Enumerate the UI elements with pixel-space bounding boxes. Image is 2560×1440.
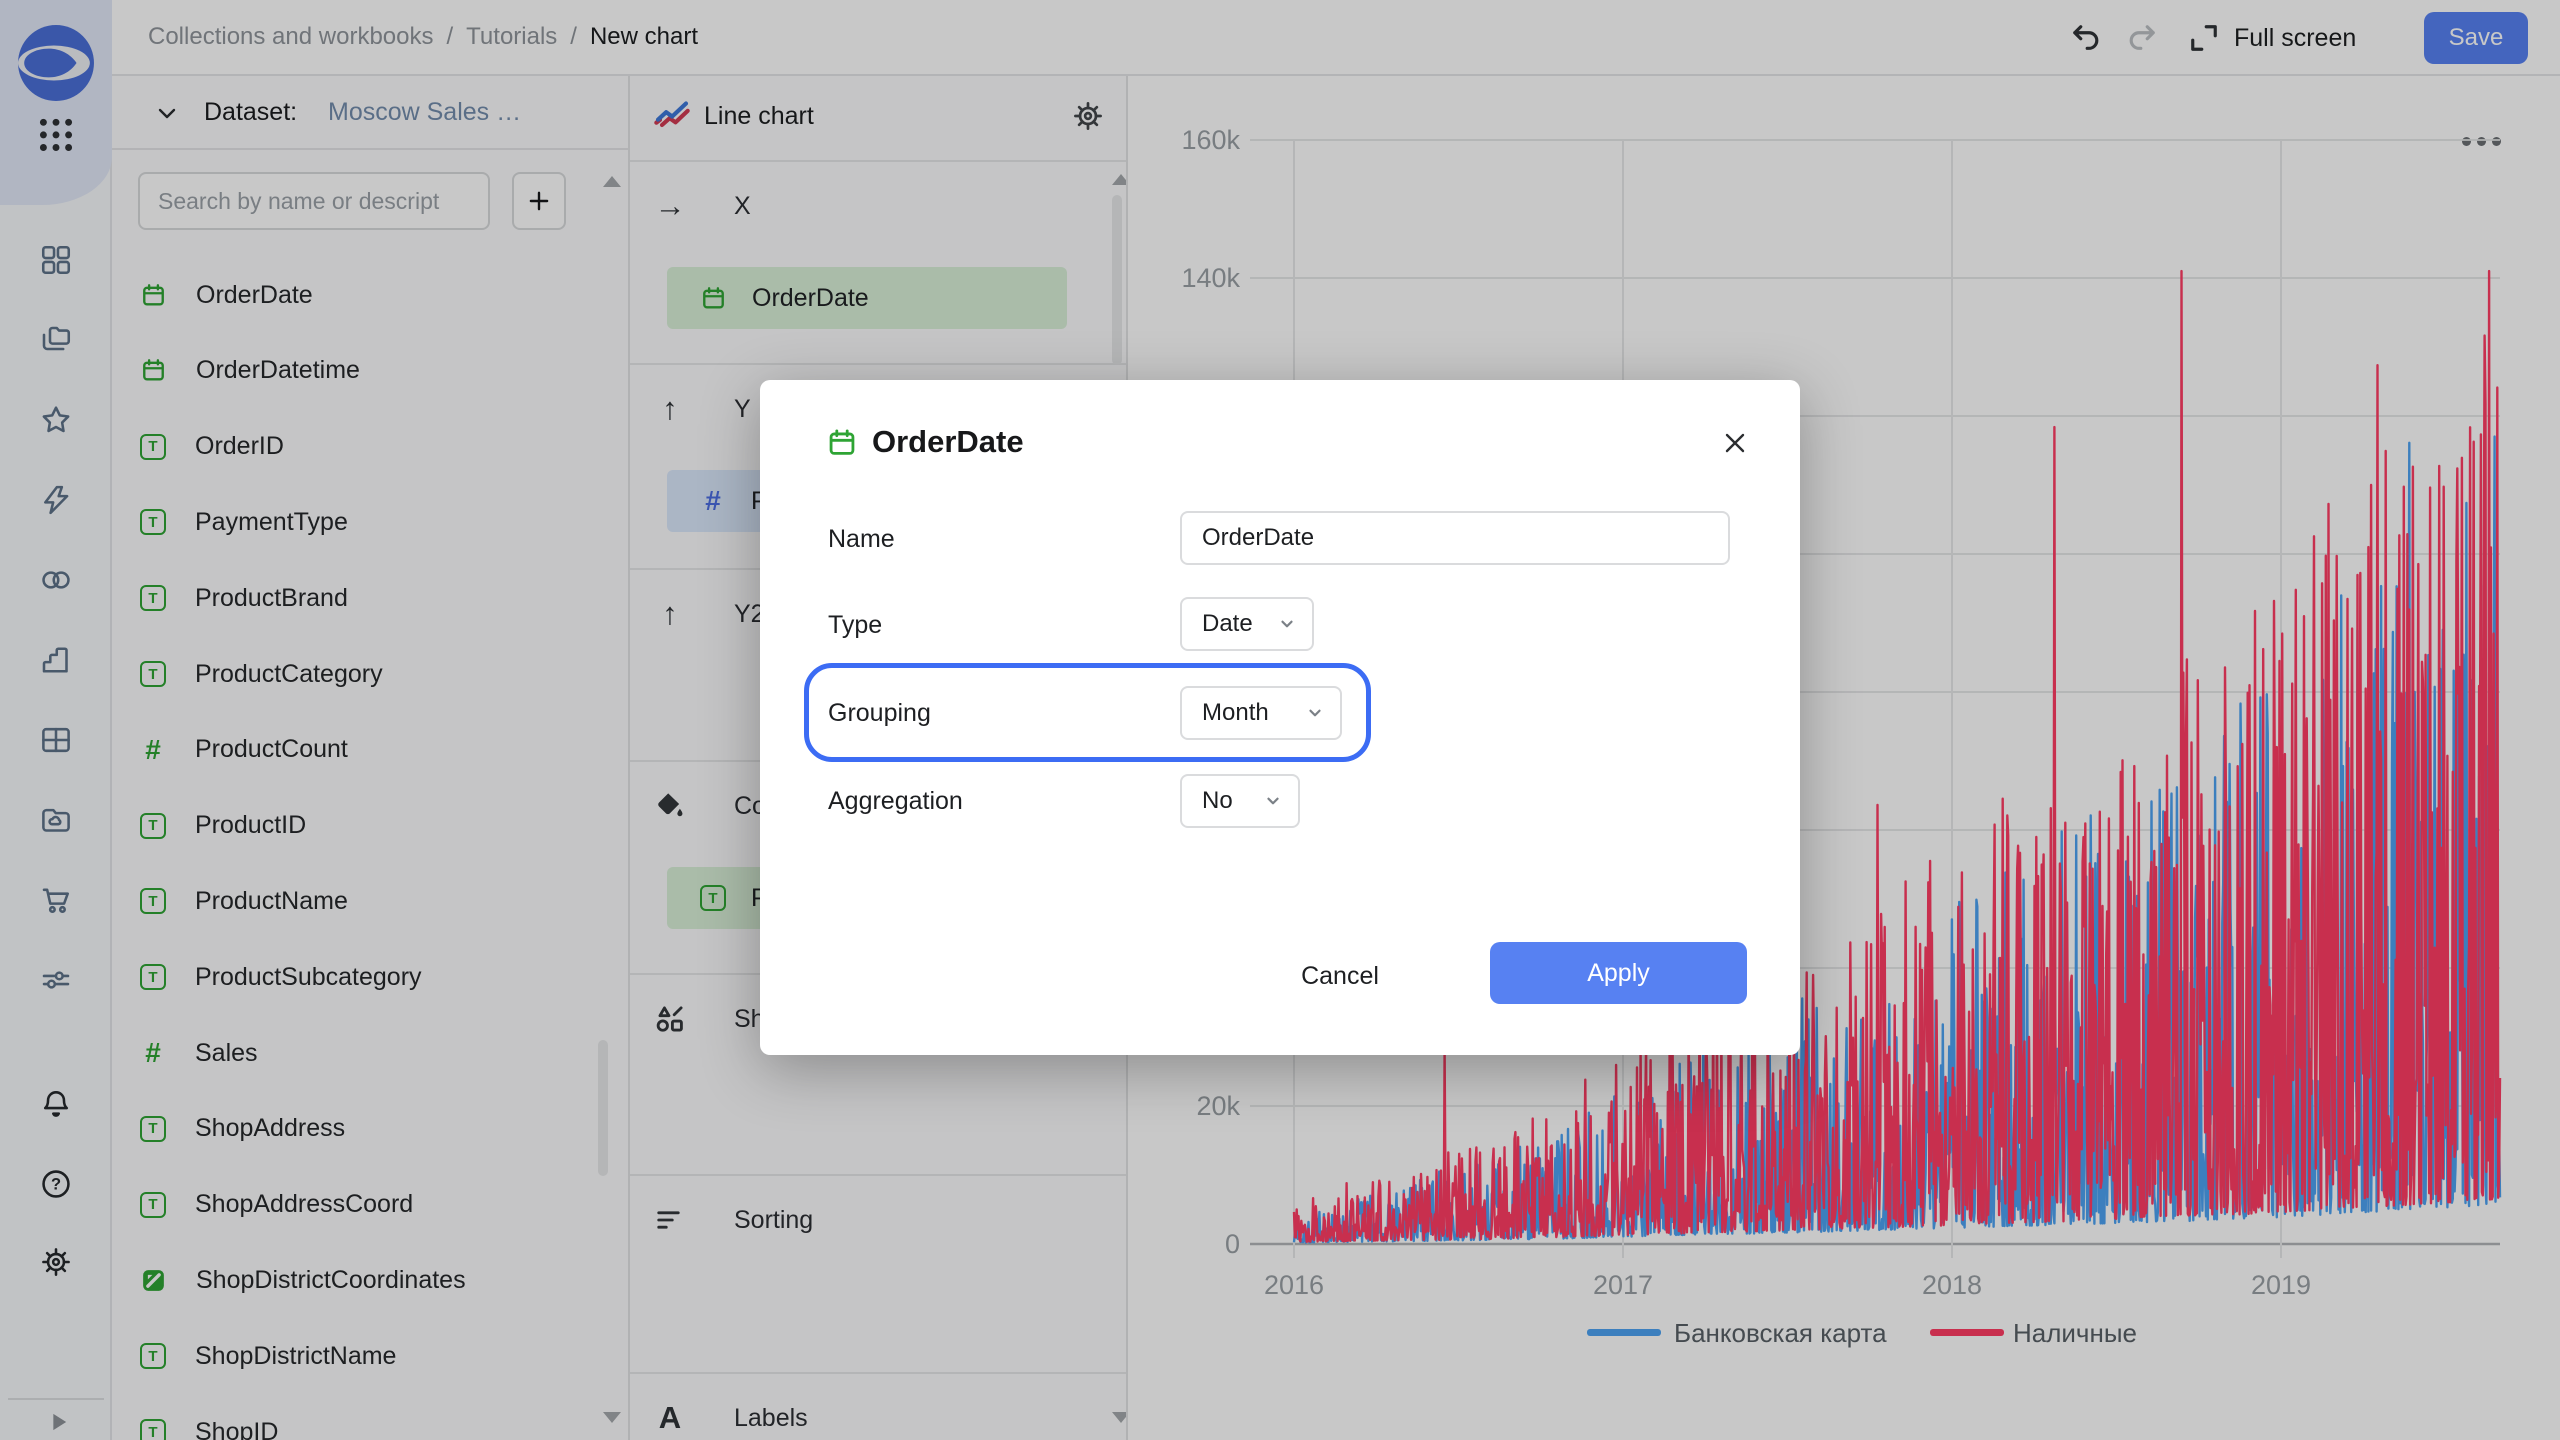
grouping-select[interactable]: Month <box>1180 686 1342 740</box>
chevron-down-icon <box>1278 615 1296 633</box>
type-label: Type <box>828 611 882 640</box>
datalens-chart-editor: ? Collections and workbooks/Tutorials/Ne… <box>0 0 2560 1440</box>
field-settings-dialog: OrderDate Name Type Date Grouping Month … <box>760 380 1800 1055</box>
aggregation-select-value: No <box>1202 787 1233 815</box>
close-icon[interactable] <box>1718 426 1752 460</box>
grouping-select-value: Month <box>1202 699 1269 727</box>
aggregation-select[interactable]: No <box>1180 774 1300 828</box>
chevron-down-icon <box>1264 792 1282 810</box>
apply-button[interactable]: Apply <box>1490 942 1747 1004</box>
field-name-input[interactable] <box>1180 511 1730 565</box>
calendar-icon <box>826 427 858 459</box>
type-select-value: Date <box>1202 610 1253 638</box>
dialog-title: OrderDate <box>872 424 1024 460</box>
type-select[interactable]: Date <box>1180 597 1314 651</box>
name-label: Name <box>828 525 895 554</box>
grouping-label: Grouping <box>828 699 931 728</box>
aggregation-label: Aggregation <box>828 787 963 816</box>
cancel-button[interactable]: Cancel <box>1280 948 1400 1004</box>
chevron-down-icon <box>1306 704 1324 722</box>
